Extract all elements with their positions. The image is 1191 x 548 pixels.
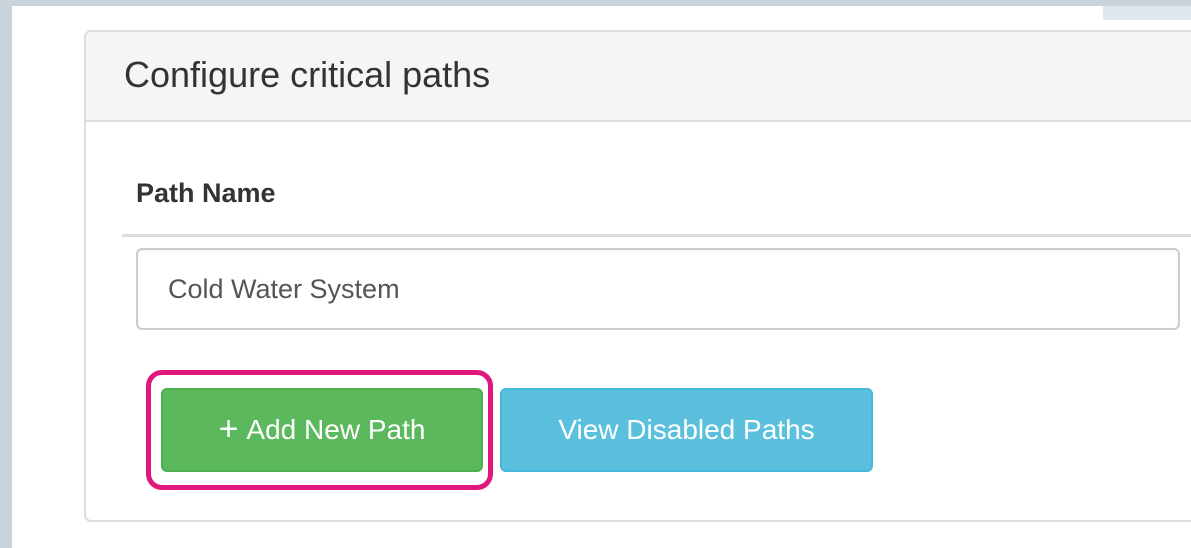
critical-paths-panel: Configure critical paths Path Name + Add… <box>84 30 1191 522</box>
panel-heading: Configure critical paths <box>86 32 1191 122</box>
view-disabled-paths-button[interactable]: View Disabled Paths <box>500 388 873 472</box>
plus-icon: + <box>218 410 239 448</box>
app-frame: Configure critical paths Path Name + Add… <box>0 0 1191 548</box>
panel-title: Configure critical paths <box>124 54 491 95</box>
add-new-path-button[interactable]: + Add New Path <box>161 388 483 472</box>
path-name-input[interactable] <box>136 248 1180 330</box>
add-new-path-label: Add New Path <box>246 414 426 445</box>
corner-tab <box>1103 6 1191 20</box>
header-divider <box>122 234 1191 237</box>
view-disabled-paths-label: View Disabled Paths <box>558 414 815 445</box>
path-name-column-header: Path Name <box>136 178 276 208</box>
